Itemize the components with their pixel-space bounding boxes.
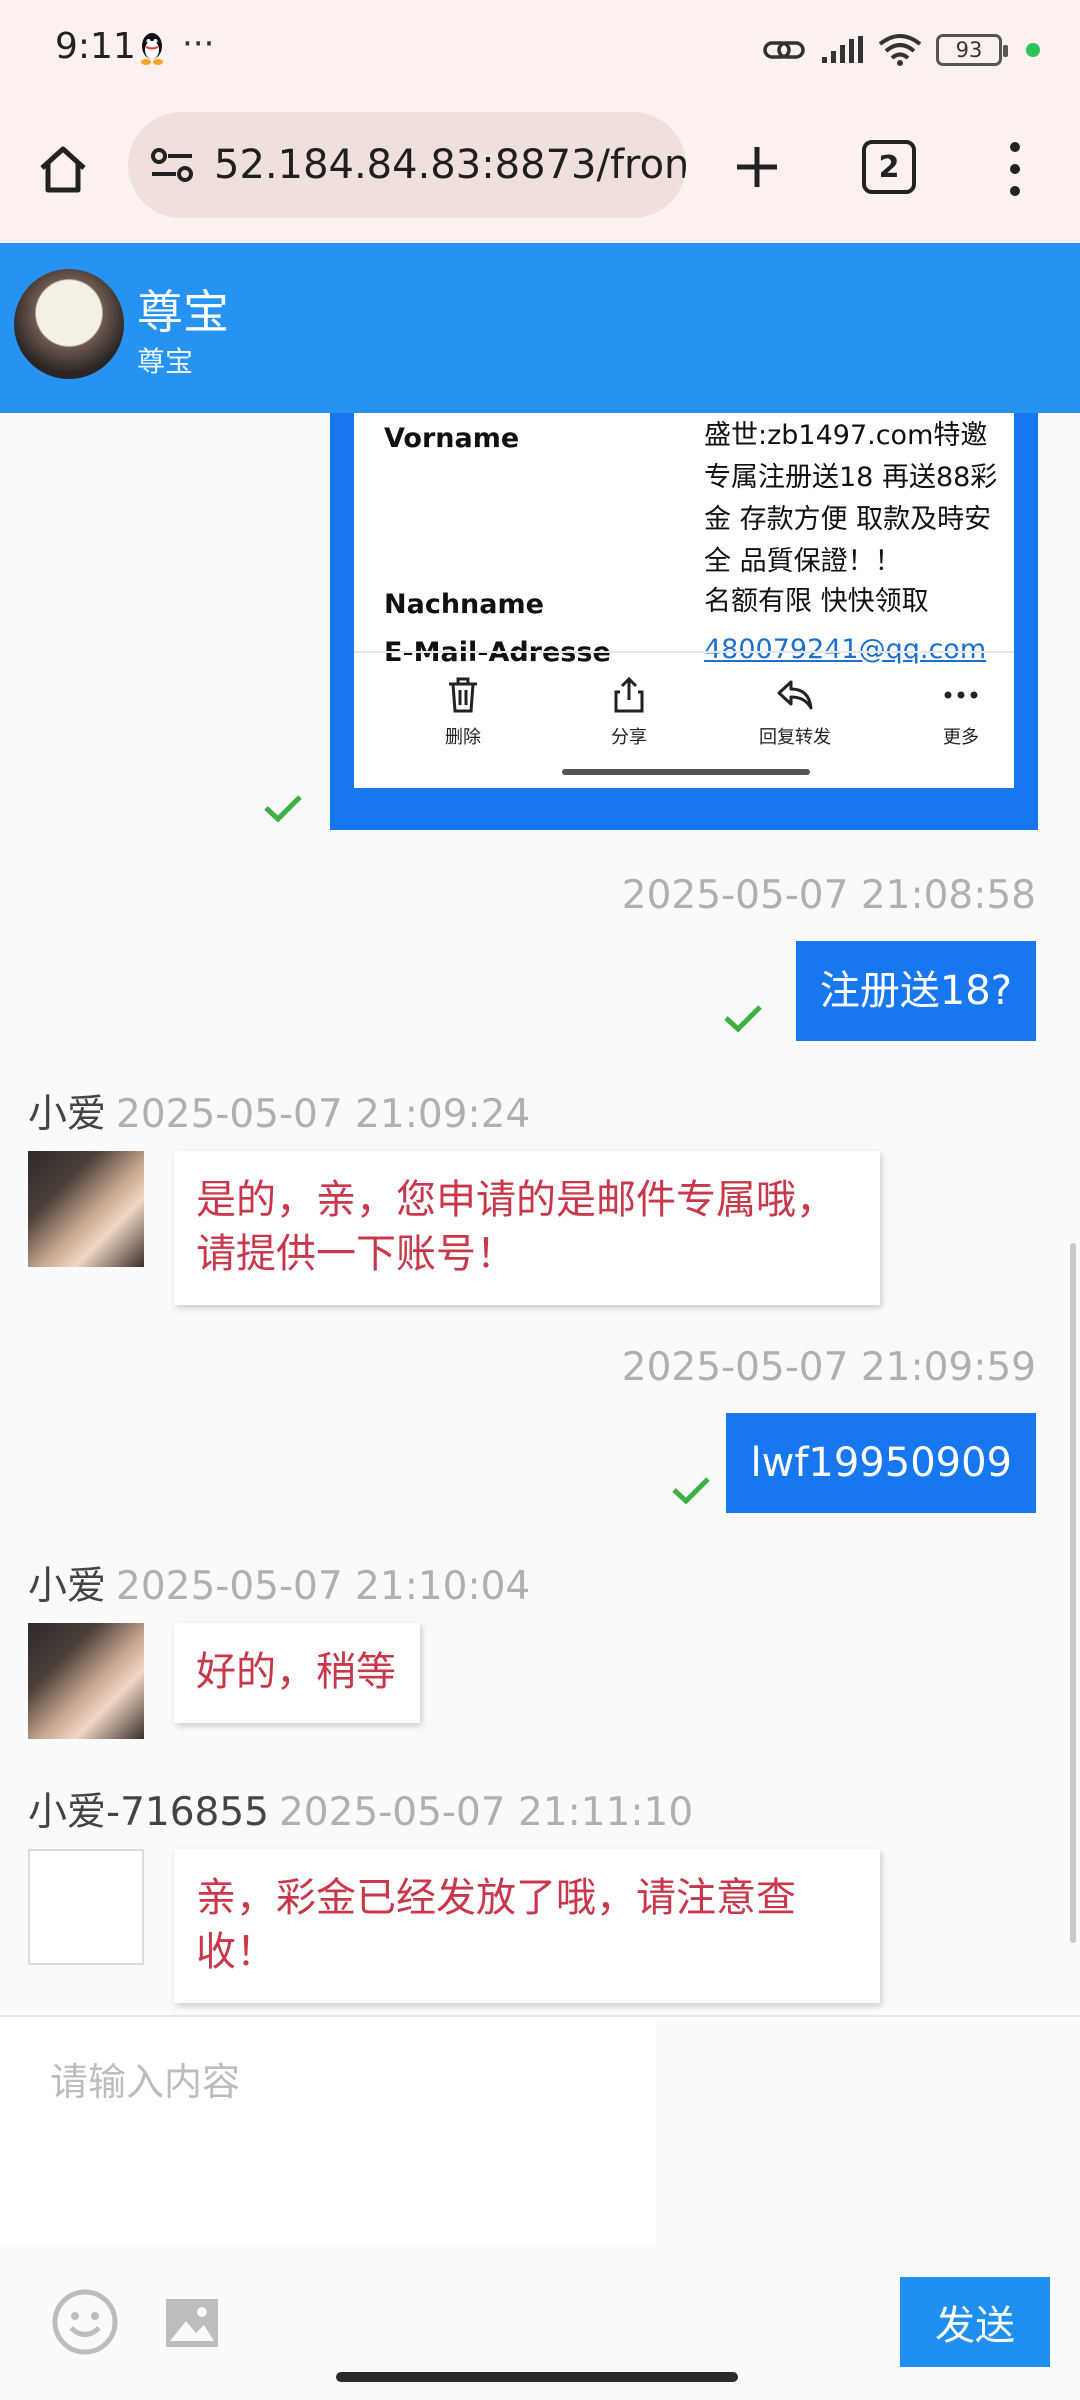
message-timestamp: 2025-05-07 21:09:24 (116, 1092, 531, 1137)
field-value: 名额有限 快快领取 (704, 586, 929, 617)
status-icons: 93 (762, 30, 1040, 70)
message-timestamp: 2025-05-07 21:09:59 (621, 1345, 1036, 1390)
more-dots-icon (944, 691, 978, 699)
scrollbar[interactable] (1070, 1243, 1076, 1943)
message-timestamp: 2025-05-07 21:11:10 (278, 1790, 694, 1835)
agent-message-bubble[interactable]: 亲，彩金已经发放了哦，请注意查收！ (174, 1849, 880, 2003)
field-label: Vorname (384, 423, 520, 454)
tab-switcher-button[interactable]: 2 (862, 140, 916, 194)
delete-tool: 删除 (408, 673, 518, 749)
contact-name: 尊宝 (137, 285, 229, 339)
home-indicator (562, 769, 810, 775)
contact-avatar[interactable] (14, 269, 124, 379)
qq-penguin-icon (141, 33, 163, 65)
tool-label: 分享 (611, 727, 647, 748)
status-bar: 9:11 ··· 93 (0, 0, 1080, 100)
agent-message-bubble[interactable]: 好的，稍等 (174, 1623, 420, 1723)
site-settings-icon[interactable] (148, 141, 196, 189)
field-value: 盛世:zb1497.com特邀专属注册送18 再送88彩金 存款方便 取款及時安… (704, 420, 998, 577)
address-bar[interactable]: 52.184.84.83:8873/front- (128, 112, 686, 218)
browser-toolbar: 52.184.84.83:8873/front- 2 (0, 100, 1080, 243)
reply-icon (777, 680, 813, 710)
wifi-icon (878, 34, 922, 66)
composer: 发送 (0, 2015, 1080, 2400)
new-tab-button[interactable] (722, 132, 792, 202)
share-tool: 分享 (574, 673, 684, 749)
signal-icon (822, 36, 863, 63)
share-icon (614, 676, 644, 713)
sender-line: 小爱-716855 2025-05-07 21:11:10 (28, 1781, 693, 1837)
agent-avatar[interactable] (28, 1151, 144, 1267)
send-button[interactable]: 发送 (900, 2277, 1050, 2367)
image-message-content: Vorname 盛世:zb1497.com特邀专属注册送18 再送88彩金 存款… (354, 413, 1014, 788)
agent-message-bubble[interactable]: 是的，亲，您申请的是邮件专属哦，请提供一下账号！ (174, 1151, 880, 1305)
home-icon (40, 146, 86, 193)
read-check-icon (264, 795, 302, 823)
my-message-bubble[interactable]: lwf19950909 (726, 1413, 1036, 1513)
home-button[interactable] (30, 136, 96, 202)
sender-line: 小爱 2025-05-07 21:10:04 (28, 1555, 530, 1611)
battery-icon: 93 (936, 34, 1008, 66)
trash-icon (449, 677, 477, 713)
chat-message-list[interactable]: Vorname 盛世:zb1497.com特邀专属注册送18 再送88彩金 存款… (0, 413, 1080, 2015)
read-check-icon (724, 1005, 762, 1033)
image-message[interactable]: Vorname 盛世:zb1497.com特邀专属注册送18 再送88彩金 存款… (330, 413, 1038, 830)
url-text: 52.184.84.83:8873/front- (214, 142, 686, 188)
tool-label: 回复转发 (759, 727, 831, 748)
field-label: Nachname (384, 589, 544, 620)
gesture-nav-bar[interactable] (336, 2372, 738, 2382)
agent-avatar[interactable] (28, 1623, 144, 1739)
email-link: 480079241@qq.com (704, 634, 987, 665)
message-timestamp: 2025-05-07 21:08:58 (621, 873, 1036, 918)
link-icon (763, 41, 805, 59)
plus-icon (737, 147, 777, 187)
browser-menu-button[interactable] (1000, 136, 1030, 202)
my-message-bubble[interactable]: 注册送18? (795, 941, 1036, 1041)
privacy-indicator-dot (1026, 43, 1040, 57)
message-input-wrapper (0, 2017, 656, 2247)
more-tool: 更多 (906, 673, 1016, 749)
reply-forward-tool: 回复转发 (740, 673, 850, 749)
sender-line: 小爱 2025-05-07 21:09:24 (28, 1083, 530, 1139)
message-input[interactable] (0, 2017, 656, 2247)
agent-avatar[interactable] (28, 1849, 144, 1965)
divider (354, 651, 1014, 653)
status-more: ··· (182, 24, 215, 64)
tool-label: 更多 (943, 727, 979, 748)
sender-name: 小爱 (28, 1564, 107, 1609)
image-upload-icon[interactable] (164, 2295, 220, 2351)
status-time: 9:11 (55, 26, 136, 67)
emoji-icon[interactable] (52, 2289, 118, 2355)
sender-name: 小爱 (28, 1092, 107, 1137)
tool-label: 删除 (445, 727, 481, 748)
sender-name: 小爱-716855 (28, 1790, 269, 1835)
chat-header: 尊宝 尊宝 (0, 243, 1080, 413)
message-timestamp: 2025-05-07 21:10:04 (116, 1564, 531, 1609)
contact-subtitle: 尊宝 (137, 345, 194, 378)
read-check-icon (672, 1477, 710, 1505)
